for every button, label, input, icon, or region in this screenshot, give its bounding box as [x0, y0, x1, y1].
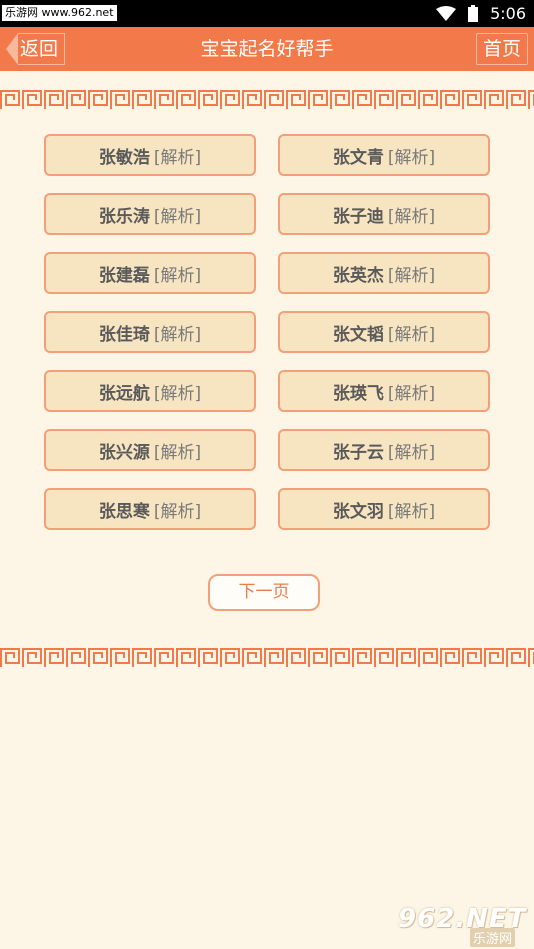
- wifi-icon: [436, 5, 457, 21]
- name-text: 张远航: [98, 383, 150, 404]
- name-text: 张子云: [332, 442, 384, 463]
- home-button[interactable]: 首页: [475, 33, 528, 65]
- battery-icon: [468, 5, 479, 22]
- back-arrow-icon: [6, 33, 18, 65]
- name-text: 张建磊: [98, 265, 150, 286]
- name-text: 张敏浩: [98, 147, 150, 168]
- decorative-border-bottom: [0, 646, 534, 668]
- analysis-link: [解析]: [153, 501, 202, 522]
- analysis-link: [解析]: [387, 383, 436, 404]
- name-text: 张文羽: [332, 501, 384, 522]
- name-button[interactable]: 张佳琦 [解析]: [44, 311, 256, 353]
- name-text: 张思寒: [98, 501, 150, 522]
- name-button[interactable]: 张乐涛 [解析]: [44, 193, 256, 235]
- watermark-label: 乐游网 www.962.net: [2, 5, 117, 21]
- app-header: 宝宝起名好帮手 返回 首页: [0, 27, 534, 71]
- name-text: 张兴源: [98, 442, 150, 463]
- name-button[interactable]: 张文羽 [解析]: [278, 488, 490, 530]
- name-text: 张瑛飞: [332, 383, 384, 404]
- analysis-link: [解析]: [153, 442, 202, 463]
- analysis-link: [解析]: [387, 324, 436, 345]
- back-button-label: 返回: [18, 33, 66, 65]
- analysis-link: [解析]: [387, 265, 436, 286]
- watermark-logo: 962.NET 乐游网: [398, 904, 528, 947]
- status-indicators: 5:06: [436, 0, 526, 27]
- name-button[interactable]: 张敏浩 [解析]: [44, 134, 256, 176]
- name-text: 张文青: [332, 147, 384, 168]
- name-button[interactable]: 张建磊 [解析]: [44, 252, 256, 294]
- analysis-link: [解析]: [153, 265, 202, 286]
- logo-sub-text: 乐游网: [470, 928, 516, 947]
- analysis-link: [解析]: [387, 206, 436, 227]
- name-button[interactable]: 张子云 [解析]: [278, 429, 490, 471]
- analysis-link: [解析]: [387, 147, 436, 168]
- decorative-border-top: [0, 88, 534, 110]
- back-button[interactable]: 返回: [6, 33, 66, 65]
- name-button[interactable]: 张兴源 [解析]: [44, 429, 256, 471]
- name-text: 张佳琦: [98, 324, 150, 345]
- status-bar: 乐游网 www.962.net 5:06: [0, 0, 534, 27]
- name-text: 张子迪: [332, 206, 384, 227]
- name-button[interactable]: 张文青 [解析]: [278, 134, 490, 176]
- page-title: 宝宝起名好帮手: [200, 38, 334, 60]
- analysis-link: [解析]: [153, 383, 202, 404]
- analysis-link: [解析]: [387, 442, 436, 463]
- name-button[interactable]: 张文韬 [解析]: [278, 311, 490, 353]
- analysis-link: [解析]: [153, 147, 202, 168]
- name-button[interactable]: 张英杰 [解析]: [278, 252, 490, 294]
- name-button[interactable]: 张思寒 [解析]: [44, 488, 256, 530]
- analysis-link: [解析]: [153, 206, 202, 227]
- name-button[interactable]: 张远航 [解析]: [44, 370, 256, 412]
- name-text: 张乐涛: [98, 206, 150, 227]
- name-text: 张英杰: [332, 265, 384, 286]
- analysis-link: [解析]: [153, 324, 202, 345]
- name-text: 张文韬: [332, 324, 384, 345]
- name-button[interactable]: 张瑛飞 [解析]: [278, 370, 490, 412]
- name-button[interactable]: 张子迪 [解析]: [278, 193, 490, 235]
- name-grid: 张敏浩 [解析] 张文青 [解析] 张乐涛 [解析] 张子迪 [解析] 张建磊 [解析] …: [44, 134, 490, 530]
- next-page-button[interactable]: 下一页: [208, 574, 320, 611]
- analysis-link: [解析]: [387, 501, 436, 522]
- clock: 5:06: [490, 4, 526, 23]
